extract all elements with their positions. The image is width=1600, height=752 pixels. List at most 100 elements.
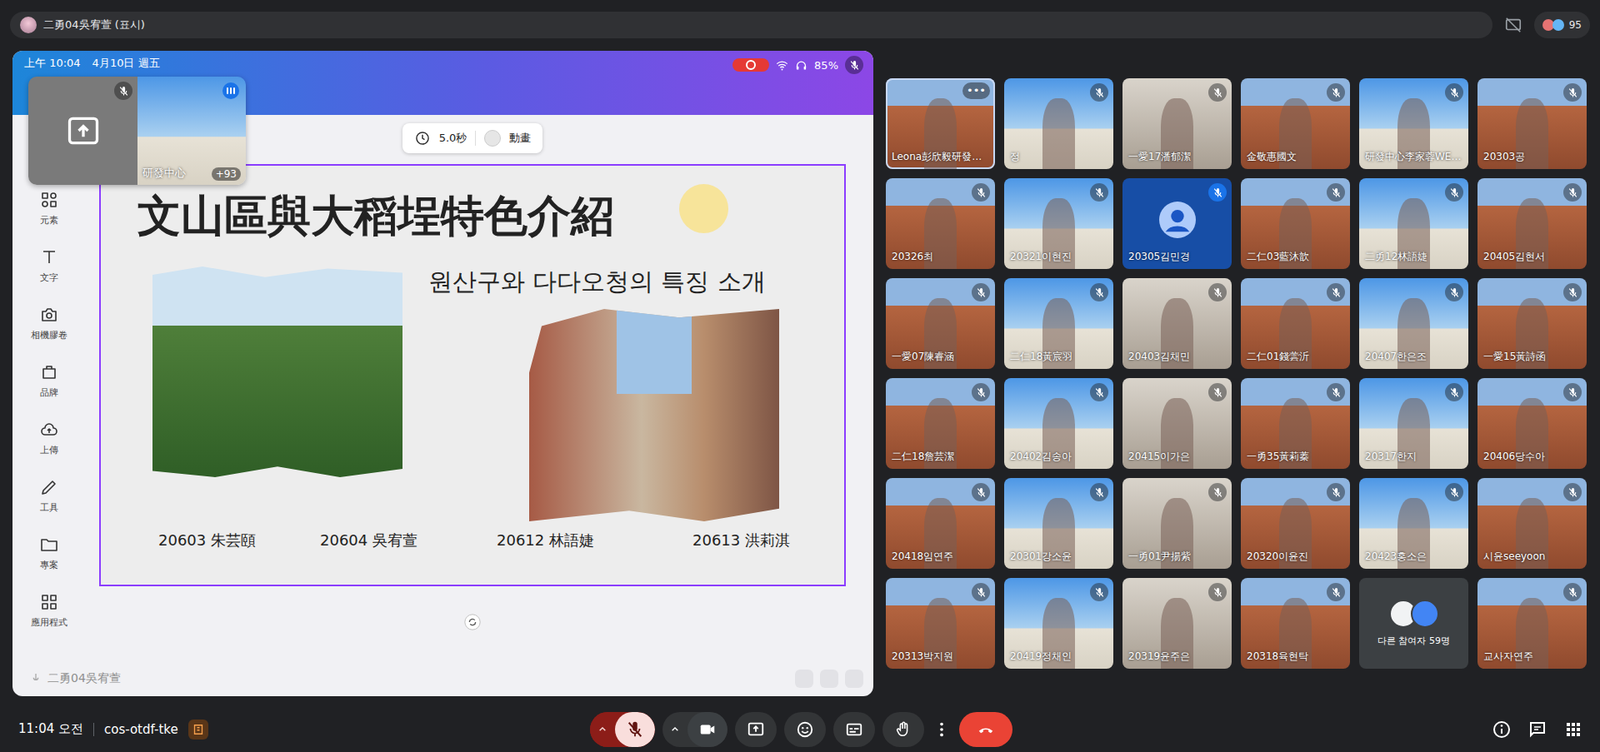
participant-name: Leona彭欣毅研發…	[891, 150, 982, 165]
hide-presentation-icon[interactable]	[1504, 15, 1523, 35]
chat-icon[interactable]	[1527, 720, 1548, 740]
rotate-icon[interactable]	[463, 613, 482, 632]
slide-title: 文山區與大稻埕特色介紹	[137, 187, 615, 246]
activities-icon[interactable]	[1563, 720, 1584, 740]
participant-tile[interactable]: 시윤seeyoon	[1477, 478, 1587, 570]
others-label: 다른 참여자 59명	[1377, 635, 1450, 648]
mic-off-icon	[1449, 87, 1460, 99]
participant-tile[interactable]: 一勇01尹揚紫	[1122, 478, 1232, 570]
toolbar-item[interactable]: 文字	[39, 247, 60, 305]
color-swatch[interactable]	[484, 130, 501, 147]
participant-name: 20301강소윤	[1010, 550, 1072, 565]
mic-off-icon	[975, 287, 987, 299]
toolbar-item[interactable]: 品牌	[39, 362, 60, 420]
participant-tile[interactable]: 二仁03藍沐歆	[1240, 178, 1350, 270]
shared-screen: 上午 10:04 4月10日 週五 85% 元素 文字 相機膠卷 品牌 上傳 工…	[12, 50, 874, 697]
participant-tile[interactable]: 一愛07陳睿涵	[885, 278, 995, 370]
participant-tile[interactable]: 20407한은조	[1359, 278, 1469, 370]
participant-name: 二仁18詹芸潔	[891, 450, 955, 465]
participant-tile[interactable]: 20320이윤진	[1240, 478, 1350, 570]
participant-tile[interactable]: 20319윤주은	[1122, 578, 1232, 670]
camera-button[interactable]	[687, 712, 728, 748]
tools-icon	[39, 477, 60, 498]
participant-name: 정	[1010, 150, 1020, 165]
participant-tile[interactable]: 20415이가은	[1122, 378, 1232, 470]
participant-tile[interactable]: 金敬惠國文	[1240, 78, 1350, 170]
mic-button[interactable]	[615, 712, 655, 748]
participant-tile[interactable]: 20403김채민	[1122, 278, 1232, 370]
tile-mic	[1563, 583, 1582, 602]
presenter-pill[interactable]: 二勇04吳宥萱 (표시)	[10, 11, 1493, 39]
tile-mic	[1090, 483, 1109, 502]
toolbar-item[interactable]: 工具	[39, 477, 60, 535]
participant-tile[interactable]: 20405김현서	[1477, 178, 1587, 270]
participant-tile[interactable]: 一愛15黃詩函	[1477, 278, 1587, 370]
caret-up-icon	[595, 723, 610, 737]
reactions-button[interactable]	[784, 712, 826, 748]
present-button[interactable]	[735, 712, 777, 748]
more-options-button[interactable]	[931, 712, 952, 748]
toolbar-item[interactable]: 相機膠卷	[30, 305, 68, 363]
toolbar-item[interactable]: 專案	[39, 535, 60, 593]
corner-button[interactable]	[795, 670, 814, 689]
host-controls-icon[interactable]	[188, 720, 209, 740]
tile-mic	[971, 283, 990, 302]
leave-call-button[interactable]	[959, 712, 1013, 748]
participant-tile[interactable]: ••• Leona彭欣毅研發…	[885, 78, 995, 170]
tile-mic	[971, 483, 990, 502]
participant-tile[interactable]: 研發中心李家蓉WE…	[1359, 78, 1469, 170]
slide-duration[interactable]: 5.0秒	[439, 130, 468, 146]
corner-button[interactable]	[820, 670, 839, 689]
participant-tile[interactable]: 20419정채인	[1004, 578, 1114, 670]
raise-hand-button[interactable]	[882, 712, 925, 748]
toolbar-item[interactable]: 元素	[39, 190, 60, 248]
tile-mic	[1326, 583, 1345, 602]
participant-tile[interactable]: 20313박지원	[885, 578, 995, 670]
meeting-code: cos-otdf-tke	[104, 722, 179, 738]
toolbar-label: 工具	[40, 501, 59, 515]
participant-tile[interactable]: 一勇35黃莉蓁	[1240, 378, 1350, 470]
participant-tile[interactable]: 20321이현진	[1004, 178, 1114, 270]
avatar-icon	[1410, 600, 1440, 629]
participant-tile[interactable]: 20402김송아	[1004, 378, 1114, 470]
status-left: 上午 10:04 4月10日 週五	[24, 55, 160, 71]
toolbar-item[interactable]: 上傳	[39, 420, 60, 478]
participant-tile[interactable]: 二仁18詹芸潔	[885, 378, 995, 470]
participant-tile[interactable]: 一愛17潘郁潔	[1122, 78, 1232, 170]
participant-tile[interactable]: 20423홍소은	[1359, 478, 1469, 570]
captions-button[interactable]	[833, 712, 875, 748]
participant-tile[interactable]: 20317한지	[1359, 378, 1469, 470]
info-icon[interactable]	[1491, 720, 1512, 740]
participant-tile[interactable]: 20303공	[1477, 78, 1587, 170]
participant-tile[interactable]: 20406당수아	[1477, 378, 1587, 470]
participant-tile[interactable]: 20301강소윤	[1004, 478, 1114, 570]
participant-tile[interactable]: 20418임연주	[885, 478, 995, 570]
participant-tile[interactable]: 20305김민경	[1122, 178, 1232, 270]
tile-menu-button[interactable]: •••	[962, 82, 990, 100]
participant-tile[interactable]: 20326최	[885, 178, 995, 270]
participant-tile[interactable]: 정	[1004, 78, 1114, 170]
member-name: 20612 林語婕	[496, 530, 595, 551]
corner-controls	[795, 670, 864, 689]
corner-button[interactable]	[845, 670, 864, 689]
slide[interactable]: 文山區與大稻埕特色介紹 원산구와 다다오청의 특징 소개 20603 朱芸頤20…	[99, 164, 846, 587]
participant-tile[interactable]: 二勇12林語婕	[1359, 178, 1469, 270]
participant-tile[interactable]: 20318육현탁	[1240, 578, 1350, 670]
participants-button[interactable]: 95	[1534, 11, 1590, 39]
others-tile[interactable]: 다른 참여자 59명	[1359, 578, 1469, 670]
animate-button[interactable]: 動畫	[509, 130, 531, 146]
toolbar-item[interactable]: 應用程式	[30, 592, 68, 650]
participant-name: 20321이현진	[1010, 250, 1072, 265]
mic-off-icon	[118, 85, 130, 97]
participant-tile[interactable]: 二仁01錢蕓沂	[1240, 278, 1350, 370]
camera-options-button[interactable]	[662, 712, 688, 748]
mic-options-button[interactable]	[590, 712, 615, 748]
audio-indicator-icon	[222, 82, 240, 100]
self-view-pip[interactable]: 研發中心 +93	[28, 76, 246, 185]
participant-tile[interactable]: 二仁18黃宸羽	[1004, 278, 1114, 370]
participant-tile[interactable]: 교사자연주	[1477, 578, 1587, 670]
video-frame	[1042, 98, 1075, 170]
mic-off-icon	[1212, 387, 1224, 399]
slide-subtitle: 원산구와 다다오청의 특징 소개	[428, 265, 766, 300]
mic-off-icon	[1567, 87, 1579, 99]
